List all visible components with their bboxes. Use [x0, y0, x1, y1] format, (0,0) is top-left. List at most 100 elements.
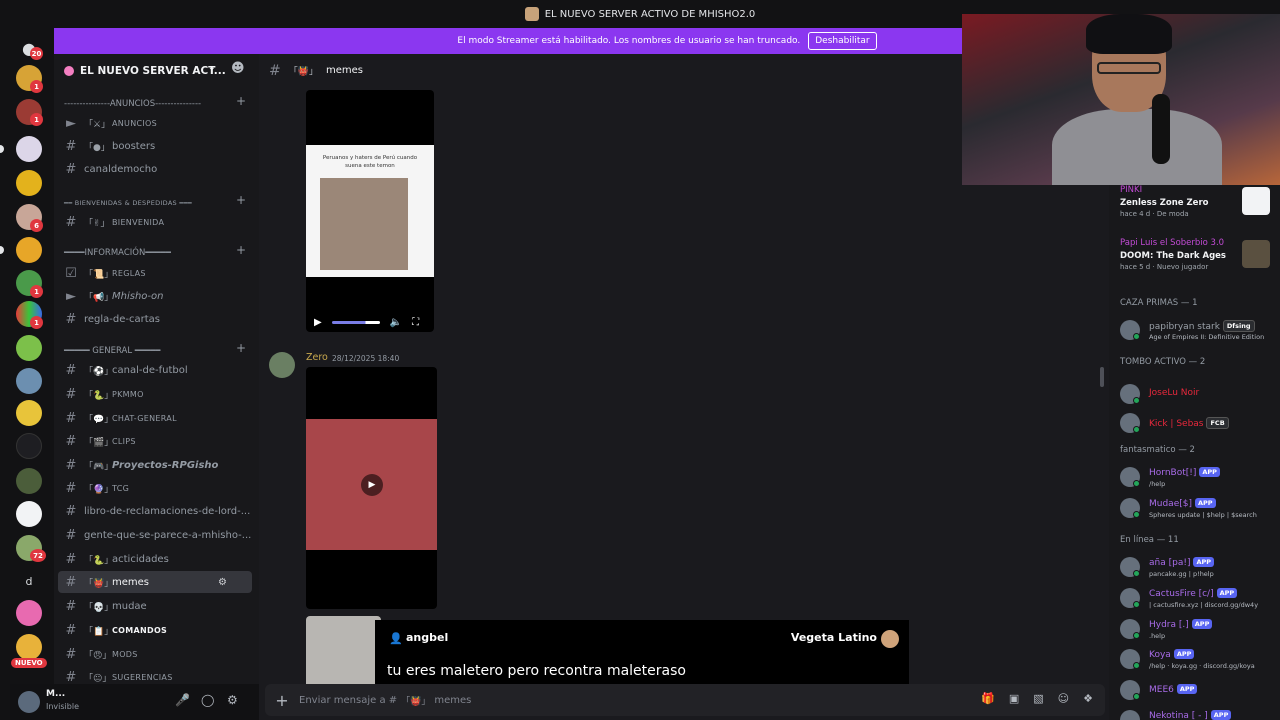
message-composer[interactable]: + Enviar mensaje a # 「👹」 memes 🎁 ▣ ▧ ☺ ❖ [265, 684, 1105, 716]
hash-icon: # [65, 551, 77, 567]
member-item[interactable]: Hydra [.] APP .help [1120, 616, 1280, 644]
server-name: EL NUEVO SERVER ACT... [80, 64, 226, 77]
hash-icon: # [269, 62, 281, 79]
scrollbar[interactable] [1100, 367, 1104, 387]
hash-icon: # [65, 503, 77, 519]
mention-badge: 6 [30, 219, 43, 232]
add-attachment-icon[interactable]: + [265, 691, 299, 710]
game-icon [1242, 187, 1270, 215]
member-item[interactable]: JoseLu Noir [1120, 381, 1280, 409]
member-item[interactable]: Kick | Sebas FCB [1120, 410, 1280, 438]
member-item[interactable]: Nekotina [ - ]APP/help · nekotina.com [1120, 707, 1280, 720]
member-item[interactable]: HornBot[!] APP/help [1120, 464, 1280, 492]
play-icon[interactable]: ▶ [314, 317, 322, 328]
image-attachment[interactable] [306, 616, 381, 684]
channel-settings-gear-icon[interactable]: ⚙ [218, 577, 227, 588]
channel-acticidades[interactable]: # 「🐍」 acticidades [58, 548, 252, 570]
megaphone-icon: ► [66, 115, 76, 131]
server-icon[interactable] [16, 368, 42, 394]
channel-regla-de-cartas[interactable]: # regla-de-cartas [58, 308, 252, 330]
volume-icon[interactable]: 🔈 [390, 317, 402, 328]
member-status: /help · koya.gg · discord.gg/koya [1149, 662, 1255, 670]
server-header[interactable]: EL NUEVO SERVER ACT... ⌄ ☻ [54, 54, 259, 87]
unread-pill [0, 145, 4, 153]
channel-mudae[interactable]: # 「💀」 mudae [58, 595, 252, 617]
gift-icon[interactable]: 🎁 [981, 692, 995, 705]
gif-icon[interactable]: ▣ [1009, 692, 1019, 705]
member-item[interactable]: MEE6 APP [1120, 677, 1280, 705]
channel-comandos[interactable]: # 「📋」 COMANDOS [58, 619, 252, 641]
fullscreen-icon[interactable]: ⛶ [412, 317, 419, 328]
channel-label: ANUNCIOS [112, 118, 158, 128]
member-name: Hydra [.] APP [1149, 619, 1213, 630]
avatar[interactable] [269, 352, 295, 378]
channel-boosters[interactable]: # 「●」 boosters [58, 135, 252, 157]
member-item[interactable]: aña [pa!] APP pancake.gg | p!help [1120, 554, 1280, 582]
microphone-icon[interactable]: 🎤 [175, 693, 190, 707]
channel-canaldemocho[interactable]: # canaldemocho [58, 158, 252, 180]
channel-label: MODS [112, 649, 138, 659]
activity-card[interactable]: PINKI Zenless Zone Zero hace 4 d · De mo… [1120, 185, 1275, 218]
megaphone-icon: ► [66, 288, 76, 304]
sticker-icon[interactable]: ▧ [1033, 692, 1043, 705]
play-icon[interactable]: ▶ [361, 474, 383, 496]
add-member-icon[interactable]: ☻ [231, 61, 245, 76]
channel-anuncios[interactable]: ► 「⚔」 ANUNCIOS [58, 112, 252, 134]
server-icon[interactable] [16, 634, 42, 660]
hash-icon: # [65, 574, 77, 590]
channel-clips[interactable]: # 「🎬」 CLIPS [58, 430, 252, 452]
discord-window: EL NUEVO SERVER ACTIVO DE MHISHO2.0 El m… [0, 0, 1280, 720]
member-item[interactable]: Mudae[$] APP Spheres update | $help | $sea… [1120, 495, 1280, 523]
category-informacion[interactable]: ━━━━INFORMACIÓN━━━━━ + [64, 243, 254, 260]
channel-gente-que-se-parece[interactable]: # gente-que-se-parece-a-mhisho-... [58, 524, 252, 546]
channel-mods[interactable]: # 「😠」 MODS [58, 643, 252, 665]
disable-streamer-mode-button[interactable]: Deshabilitar [808, 32, 877, 50]
category-anuncios[interactable]: ---------------ANUNCIOS--------------- + [64, 94, 254, 111]
video-attachment[interactable]: Peruanos y haters de Perú cuando suena e… [306, 90, 434, 332]
channel-pkmmo[interactable]: # 「🐍」 PKMMO [58, 383, 252, 405]
server-icon[interactable] [16, 600, 42, 626]
member-item[interactable]: CactusFire [c/] APP | cactusfire.xyz | dis… [1120, 585, 1280, 613]
message-author[interactable]: Zero [306, 352, 328, 363]
server-icon[interactable] [16, 468, 42, 494]
settings-gear-icon[interactable]: ⚙ [227, 693, 238, 707]
member-item[interactable]: papibryan stark Dfsing Age of Empires II: … [1120, 317, 1280, 345]
avatar[interactable] [18, 691, 40, 713]
channel-canal-de-futbol[interactable]: # 「⚽」 canal-de-futbol [58, 359, 252, 381]
channel-emoji-icon: 「📢」 [84, 292, 114, 303]
channel-mhisho-on[interactable]: ► 「📢」 Mhisho-on [58, 285, 252, 307]
add-channel-icon[interactable]: + [236, 243, 246, 257]
channel-reglas[interactable]: ☑ 「📜」 REGLAS [58, 262, 252, 284]
category-general[interactable]: ━━━━━ GENERAL ━━━━━ + [64, 341, 254, 358]
channel-bienvenida[interactable]: # 「✌」 BIENVENIDA [58, 211, 252, 233]
server-icon[interactable] [16, 170, 42, 196]
server-icon[interactable] [16, 400, 42, 426]
server-icon[interactable] [16, 433, 42, 459]
server-icon-small [524, 7, 539, 21]
server-icon[interactable] [16, 237, 42, 263]
server-icon[interactable] [16, 136, 42, 162]
add-channel-icon[interactable]: + [236, 94, 246, 108]
member-status: Spheres update | $help | $search [1149, 511, 1257, 519]
channel-chat-general[interactable]: # 「💬」 CHAT-GENERAL [58, 407, 252, 429]
server-icon[interactable] [16, 501, 42, 527]
add-channel-icon[interactable]: + [236, 193, 246, 207]
dm-letter[interactable]: d [16, 569, 42, 595]
activity-card[interactable]: Papi Luis el Soberbio 3.0 DOOM: The Dark… [1120, 238, 1275, 271]
headphones-icon[interactable]: ◯ [201, 693, 214, 707]
video-attachment[interactable]: ▶ [306, 367, 437, 609]
category-bienvenidas[interactable]: ━━ BIENVENIDAS & DESPEDIDAS ━━━ + [64, 193, 254, 210]
channel-libro-de-reclamaciones[interactable]: # libro-de-reclamaciones-de-lord-... [58, 500, 252, 522]
apps-icon[interactable]: ❖ [1083, 692, 1093, 705]
channel-proyectos-rpgisho[interactable]: # 「🎮」 Proyectos-RPGisho [58, 454, 252, 476]
online-status-dot [1133, 632, 1140, 639]
channel-memes[interactable]: # 「👹」 memes ⚙ [58, 571, 252, 593]
channel-sugerencias[interactable]: # 「😐」 SUGERENCIAS [58, 666, 252, 685]
volume-slider[interactable] [331, 320, 380, 324]
member-item[interactable]: Koya APP/help · koya.gg · discord.gg/koya [1120, 646, 1280, 674]
hash-icon: # [65, 362, 77, 378]
add-channel-icon[interactable]: + [236, 341, 246, 355]
channel-tcg[interactable]: # 「🔮」 TCG [58, 477, 252, 499]
emoji-icon[interactable]: ☺ [1058, 692, 1069, 705]
server-icon[interactable] [16, 335, 42, 361]
